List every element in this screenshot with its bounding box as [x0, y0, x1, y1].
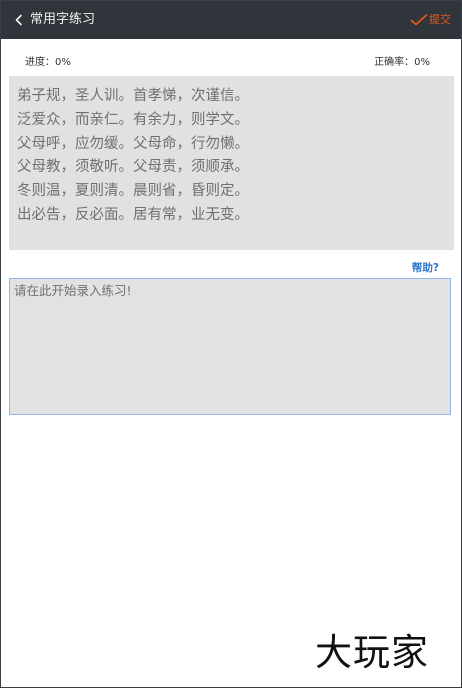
practice-input[interactable] — [9, 278, 451, 415]
practice-line: 泛爱众，而亲仁。有余力，则学文。 — [17, 111, 249, 128]
submit-button[interactable]: 提交 — [410, 10, 451, 30]
practice-line: 冬则温，夏则清。晨则省，昏则定。 — [17, 183, 249, 200]
progress-text: 进度：0% — [25, 57, 71, 68]
chevron-left-icon[interactable] — [12, 13, 26, 27]
practice-text-panel: 弟子规，圣人训。首孝悌，次谨信。 泛爱众，而亲仁。有余力，则学文。 父母呼，应勿… — [9, 76, 454, 250]
top-bar: 常用字练习 提交 — [1, 1, 461, 39]
practice-line: 出必告，反必面。居有常，业无变。 — [17, 206, 249, 223]
practice-text-lines: 弟子规，圣人训。首孝悌，次谨信。 泛爱众，而亲仁。有余力，则学文。 父母呼，应勿… — [17, 85, 249, 228]
accuracy-text: 正确率：0% — [374, 57, 430, 68]
check-icon — [410, 14, 428, 26]
practice-line: 弟子规，圣人训。首孝悌，次谨信。 — [17, 88, 249, 104]
practice-line: 父母教，须敬听。父母责，须顺承。 — [17, 159, 249, 176]
watermark-logo: 大玩家 — [315, 631, 429, 674]
page-title: 常用字练习 — [30, 12, 96, 27]
practice-line: 父母呼，应勿缓。父母命，行勿懒。 — [17, 135, 249, 152]
help-link[interactable]: 帮助? — [412, 262, 439, 275]
app-window: 常用字练习 提交 进度：0% 正确率：0% 弟子规，圣人训。首孝悌，次谨信。 泛… — [0, 0, 462, 688]
submit-label: 提交 — [429, 13, 451, 26]
